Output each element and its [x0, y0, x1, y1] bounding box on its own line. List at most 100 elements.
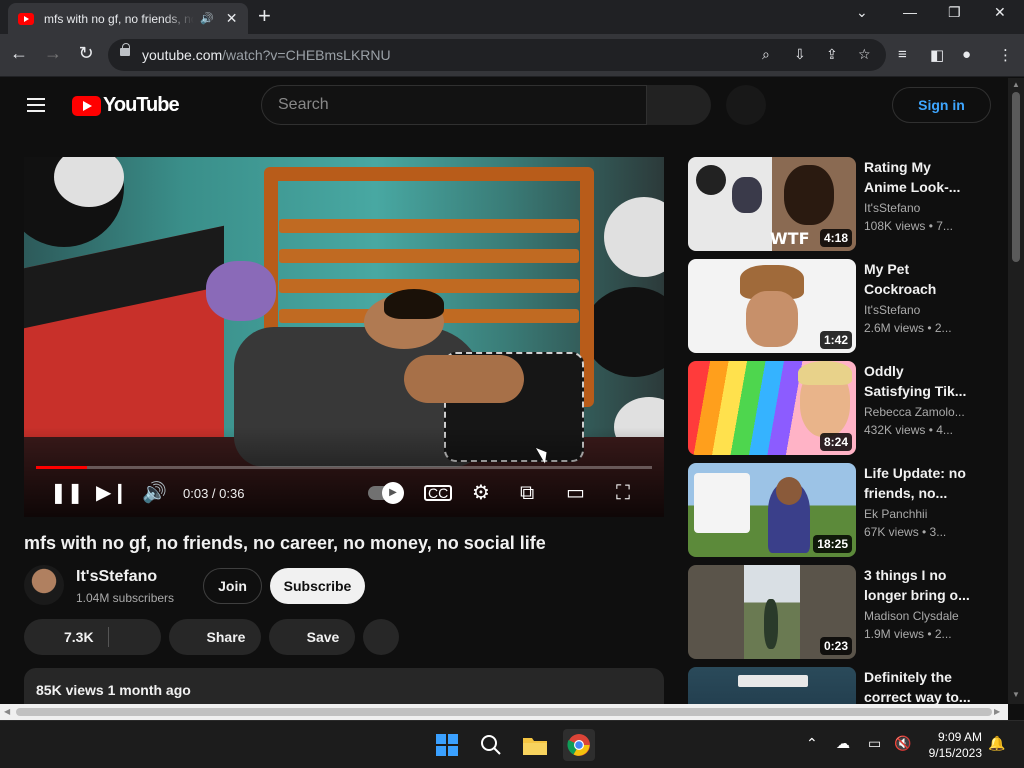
new-tab-icon[interactable]: + [258, 5, 271, 27]
recommended-video[interactable]: Definitely the correct way to... [688, 667, 988, 704]
vertical-scrollbar[interactable]: ▲ ▼ [1008, 78, 1024, 704]
search-input[interactable]: Search [261, 85, 647, 125]
url-text[interactable]: youtube.com/watch?v=CHEBmsLKRNU [142, 47, 391, 63]
notification-bell-icon[interactable]: 🔔 [988, 735, 1005, 752]
settings-gear-icon[interactable]: ⚙ [472, 481, 490, 505]
rec-channel[interactable]: Rebecca Zamolo... [864, 405, 974, 419]
like-dislike-divider [108, 627, 109, 647]
rec-title[interactable]: Definitely the correct way to... [864, 667, 974, 704]
video-thumbnail[interactable]: 0:23 [688, 565, 856, 659]
restore-icon[interactable]: ❐ [948, 4, 961, 21]
autoplay-toggle[interactable] [368, 482, 404, 504]
back-icon[interactable]: ← [6, 43, 32, 64]
recommended-video[interactable]: WTF 4:18 Rating My Anime Look-... It'sSt… [688, 157, 988, 251]
share-label: Share [206, 629, 246, 645]
channel-name[interactable]: It'sStefano [76, 568, 157, 586]
onedrive-icon[interactable]: ☁ [836, 735, 850, 752]
system-clock[interactable]: 9:09 AM 9/15/2023 [918, 729, 982, 761]
recommended-video[interactable]: 8:24 Oddly Satisfying Tik... Rebecca Zam… [688, 361, 988, 455]
show-hidden-icons-icon[interactable]: ⌃ [806, 735, 818, 752]
close-tab-icon[interactable]: ✕ [226, 10, 238, 27]
scroll-right-icon[interactable]: ▶ [994, 707, 1000, 716]
rec-channel[interactable]: It'sStefano [864, 303, 974, 317]
fullscreen-icon[interactable]: ⛶ [616, 481, 630, 505]
install-app-icon[interactable]: ⇩ [794, 46, 806, 63]
rec-title[interactable]: Oddly Satisfying Tik... [864, 361, 974, 401]
recommended-video[interactable]: 18:25 Life Update: no friends, no... Ek … [688, 463, 988, 557]
video-thumbnail[interactable]: WTF 4:18 [688, 157, 856, 251]
youtube-logo[interactable]: YouTube [72, 94, 180, 117]
video-player[interactable]: ❚❚ ▶❙ 🔊 0:03 / 0:36 CC ⚙ ⧉ ▭ ⛶ [24, 157, 664, 517]
progress-bar[interactable] [36, 466, 652, 469]
close-window-icon[interactable]: ✕ [994, 4, 1006, 21]
taskbar: ⌃ ☁ ▭ 🔇 9:09 AM 9/15/2023 🔔 [0, 720, 1024, 768]
browser-menu-icon[interactable]: ⋮ [998, 46, 1013, 64]
recommended-video[interactable]: 1:42 My Pet Cockroach It'sStefano 2.6M v… [688, 259, 988, 353]
video-thumbnail[interactable]: 1:42 [688, 259, 856, 353]
rec-title[interactable]: My Pet Cockroach [864, 259, 974, 299]
lock-icon[interactable] [120, 43, 130, 56]
thumbnail-detail [784, 165, 834, 225]
volume-icon[interactable]: 🔊 [142, 481, 167, 505]
profile-icon[interactable]: ● [962, 46, 971, 63]
address-bar[interactable]: youtube.com/watch?v=CHEBmsLKRNU ⌕ ⇩ ⇪ ☆ [108, 39, 886, 71]
video-thumbnail[interactable] [688, 667, 856, 704]
save-button[interactable]: Save [269, 619, 355, 655]
reload-icon[interactable]: ↻ [73, 43, 99, 64]
rec-title[interactable]: Rating My Anime Look-... [864, 157, 974, 197]
network-icon[interactable]: ▭ [868, 735, 881, 752]
minimize-icon[interactable]: — [903, 4, 917, 20]
chrome-icon[interactable] [563, 729, 595, 761]
rec-channel[interactable]: Madison Clysdale [864, 609, 974, 623]
sign-in-button[interactable]: Sign in [892, 87, 991, 123]
browser-toolbar: ← → ↻ youtube.com/watch?v=CHEBmsLKRNU ⌕ … [0, 34, 1024, 77]
logo-text: YouTube [103, 94, 180, 116]
video-thumbnail[interactable]: 18:25 [688, 463, 856, 557]
speaker-icon[interactable]: 🔊 [200, 12, 214, 25]
menu-icon[interactable] [27, 98, 45, 112]
theater-mode-icon[interactable]: ▭ [566, 481, 585, 505]
file-explorer-icon[interactable] [519, 729, 551, 761]
scroll-down-icon[interactable]: ▼ [1012, 690, 1020, 699]
views-and-date: 85K views 1 month ago [36, 682, 191, 698]
media-control-icon[interactable]: ≡ [898, 46, 907, 63]
voice-search-button[interactable] [726, 85, 766, 125]
join-button[interactable]: Join [203, 568, 262, 604]
rec-channel[interactable]: Ek Panchhii [864, 507, 974, 521]
next-icon[interactable]: ▶❙ [96, 481, 128, 505]
search-icon[interactable] [475, 729, 507, 761]
bookmark-star-icon[interactable]: ☆ [858, 46, 871, 63]
horizontal-scrollbar[interactable]: ◀ ▶ [0, 704, 1008, 720]
search-placeholder: Search [278, 96, 329, 113]
like-button[interactable]: 7.3K [24, 619, 161, 655]
tab-search-icon[interactable]: ⌄ [856, 4, 868, 21]
browser-tab[interactable]: mfs with no gf, no friends, no career, n… [8, 3, 248, 34]
channel-avatar[interactable] [24, 565, 64, 605]
scroll-thumb[interactable] [16, 708, 992, 716]
duration-badge: 0:23 [819, 637, 852, 655]
description-box[interactable]: 85K views 1 month ago [24, 668, 664, 708]
subscribe-button[interactable]: Subscribe [270, 568, 365, 604]
scroll-left-icon[interactable]: ◀ [4, 707, 10, 716]
share-page-icon[interactable]: ⇪ [826, 46, 838, 63]
volume-muted-icon[interactable]: 🔇 [894, 735, 911, 752]
start-windows-icon[interactable] [431, 729, 463, 761]
captions-icon[interactable]: CC [424, 485, 453, 501]
forward-icon[interactable]: → [40, 43, 66, 64]
scroll-thumb[interactable] [1012, 92, 1020, 262]
zoom-search-icon[interactable]: ⌕ [762, 46, 770, 63]
search-button[interactable] [647, 85, 711, 125]
scroll-up-icon[interactable]: ▲ [1012, 80, 1020, 89]
miniplayer-icon[interactable]: ⧉ [520, 481, 534, 505]
recommended-video[interactable]: 0:23 3 things I no longer bring o... Mad… [688, 565, 988, 659]
share-button[interactable]: Share [169, 619, 261, 655]
video-thumbnail[interactable]: 8:24 [688, 361, 856, 455]
rec-meta: 432K views • 4... [864, 423, 953, 437]
side-panel-icon[interactable]: ◧ [930, 46, 944, 64]
rec-channel[interactable]: It'sStefano [864, 201, 974, 215]
pause-icon[interactable]: ❚❚ [50, 481, 84, 505]
rec-title[interactable]: Life Update: no friends, no... [864, 463, 974, 503]
person-arm [404, 355, 524, 403]
more-actions-button[interactable] [363, 619, 399, 655]
rec-title[interactable]: 3 things I no longer bring o... [864, 565, 974, 605]
